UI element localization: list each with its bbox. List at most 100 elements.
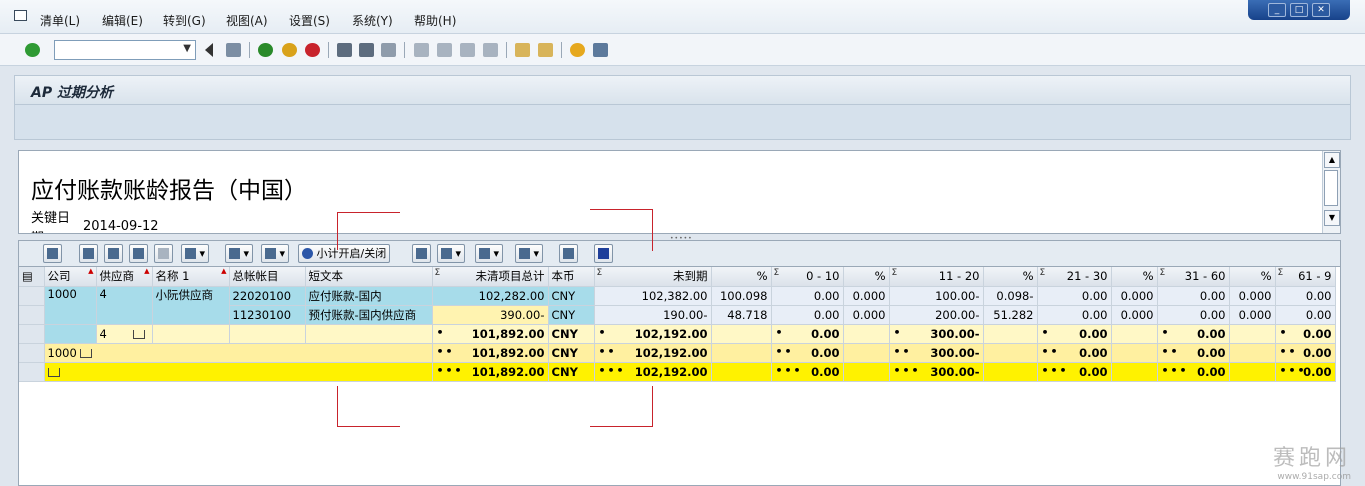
subtotal-bucket[interactable]: •• 300.00- — [889, 343, 984, 363]
subtotal-bucket[interactable]: • 0.00 — [1037, 324, 1112, 344]
header-scrollbar[interactable]: ▲ ▼ — [1322, 151, 1340, 233]
subtotal-not-due[interactable]: •• 102,192.00 — [594, 343, 712, 363]
grand-open-total[interactable]: ••• 101,892.00 — [432, 362, 549, 382]
find-button[interactable] — [129, 244, 148, 263]
col-short-text[interactable]: 短文本 — [305, 267, 433, 287]
maximize-button[interactable]: □ — [1290, 3, 1308, 17]
pct-cell[interactable]: 48.718 — [711, 305, 772, 325]
print-icon[interactable] — [337, 43, 352, 57]
pct-cell[interactable]: 51.282 — [983, 305, 1038, 325]
enter-check-icon[interactable] — [25, 43, 40, 57]
gl-account-cell[interactable]: 22020100 — [229, 286, 306, 306]
col-open-total[interactable]: Σ 未清项目总计 — [432, 267, 549, 287]
row-selector[interactable] — [19, 343, 45, 363]
pct-cell[interactable]: 0.000 — [1111, 305, 1158, 325]
subtotal-bucket[interactable]: • 0.00 — [1275, 324, 1336, 344]
bucket-cell[interactable]: 200.00- — [889, 305, 984, 325]
pct-cell[interactable]: 100.098 — [711, 286, 772, 306]
col-21-30[interactable]: Σ 21 - 30 — [1037, 267, 1112, 287]
back-icon[interactable] — [258, 43, 273, 57]
not-due-cell[interactable]: 190.00- — [594, 305, 712, 325]
subtotal-bucket[interactable]: •• 0.00 — [771, 343, 844, 363]
grand-bucket[interactable]: ••• 0.00 — [771, 362, 844, 382]
row-selector[interactable] — [19, 305, 45, 325]
grand-not-due[interactable]: ••• 102,192.00 — [594, 362, 712, 382]
subtotal-bucket[interactable]: •• 0.00 — [1275, 343, 1336, 363]
next-page-icon[interactable] — [460, 43, 475, 57]
row-selector[interactable] — [19, 362, 45, 382]
pct-cell[interactable]: 0.000 — [843, 286, 890, 306]
scroll-up-icon[interactable]: ▲ — [1324, 152, 1340, 168]
col-name[interactable]: 名称 1 ▲ — [152, 267, 230, 287]
menu-system[interactable]: 系统(Y) — [352, 12, 393, 29]
col-pct-0-10[interactable]: % — [843, 267, 890, 287]
vendor-cell[interactable]: 4 — [96, 286, 153, 325]
col-pct-not-due[interactable]: % — [711, 267, 772, 287]
short-text-cell[interactable]: 应付账款-国内 — [305, 286, 433, 306]
layout-menu-icon[interactable] — [593, 43, 608, 57]
menu-settings[interactable]: 设置(S) — [289, 12, 330, 29]
subtotal-row-company[interactable]: 1000 •• 101,892.00 CNY •• 102,192.00 •• 0.0… — [19, 343, 1336, 363]
col-pct-31-60[interactable]: % — [1229, 267, 1276, 287]
bucket-cell[interactable]: 0.00 — [771, 305, 844, 325]
subtotal-bucket[interactable]: • 300.00- — [889, 324, 984, 344]
subtotal-open-total[interactable]: •• 101,892.00 — [432, 343, 549, 363]
gl-account-cell[interactable]: 11230100 — [229, 305, 306, 325]
views-button[interactable]: ▾ — [437, 244, 466, 263]
col-pct-21-30[interactable]: % — [1111, 267, 1158, 287]
sort-descending-button[interactable] — [104, 244, 123, 263]
subtotal-row-vendor[interactable]: 4 • 101,892.00 CNY • 102,192.00 • 0.00 • 300… — [19, 324, 1336, 344]
minimize-button[interactable]: _ — [1268, 3, 1286, 17]
col-31-60[interactable]: Σ 31 - 60 — [1157, 267, 1230, 287]
pct-cell[interactable]: 0.000 — [843, 305, 890, 325]
grand-bucket[interactable]: ••• 0.00 — [1275, 362, 1336, 382]
exit-icon[interactable] — [282, 43, 297, 57]
app-menu-icon[interactable] — [14, 10, 27, 21]
graphic-button[interactable] — [559, 244, 578, 263]
subtotal-bucket[interactable]: • 0.00 — [771, 324, 844, 344]
previous-page-icon[interactable] — [437, 43, 452, 57]
pct-cell[interactable]: 0.098- — [983, 286, 1038, 306]
menu-goto[interactable]: 转到(G) — [163, 12, 206, 29]
layout-button[interactable]: ▾ — [515, 244, 544, 263]
save-icon[interactable] — [226, 43, 241, 57]
open-total-cell[interactable]: 102,282.00 — [432, 286, 549, 306]
subtotal-not-due[interactable]: • 102,192.00 — [594, 324, 712, 344]
grand-currency[interactable]: CNY — [548, 362, 595, 382]
col-11-20[interactable]: Σ 11 - 20 — [889, 267, 984, 287]
table-row[interactable]: 1000 4 小阮供应商 22020100 应付账款-国内 102,282.00… — [19, 286, 1336, 325]
subtotal-open-total[interactable]: • 101,892.00 — [432, 324, 549, 344]
bucket-cell[interactable]: 0.00 — [1037, 305, 1112, 325]
total-button[interactable]: ▾ — [225, 244, 254, 263]
bucket-cell[interactable]: 100.00- — [889, 286, 984, 306]
filter-button[interactable]: ▾ — [181, 244, 210, 263]
scroll-down-icon[interactable]: ▼ — [1324, 210, 1340, 226]
details-button[interactable] — [43, 244, 62, 263]
bucket-cell[interactable]: 0.00 — [1275, 305, 1336, 325]
chevron-down-icon[interactable]: ▼ — [183, 43, 191, 54]
row-selector[interactable] — [19, 286, 45, 306]
col-0-10[interactable]: Σ0 - 10 — [771, 267, 844, 287]
grand-bucket[interactable]: ••• 300.00- — [889, 362, 984, 382]
close-window-button[interactable]: ✕ — [1312, 3, 1330, 17]
new-session-icon[interactable] — [515, 43, 530, 57]
pct-cell[interactable]: 0.000 — [1229, 305, 1276, 325]
pct-cell[interactable]: 0.000 — [1111, 286, 1158, 306]
col-gl-account[interactable]: 总帐帐目 — [229, 267, 306, 287]
col-61-90[interactable]: Σ 61 - 9 — [1275, 267, 1336, 287]
menu-edit[interactable]: 编辑(E) — [102, 12, 143, 29]
collapse-left-icon[interactable] — [204, 43, 213, 57]
help-icon[interactable] — [570, 43, 585, 57]
menu-view[interactable]: 视图(A) — [226, 12, 268, 29]
find-next-button[interactable] — [154, 244, 173, 263]
find-icon[interactable] — [359, 43, 374, 57]
currency-cell[interactable]: CNY — [548, 305, 595, 325]
menu-list[interactable]: 清单(L) — [40, 12, 80, 29]
cancel-icon[interactable] — [305, 43, 320, 57]
subtotal-bucket[interactable]: •• 0.00 — [1157, 343, 1230, 363]
print-preview-button[interactable] — [412, 244, 431, 263]
col-not-due[interactable]: Σ 未到期 — [594, 267, 712, 287]
last-page-icon[interactable] — [483, 43, 498, 57]
col-currency[interactable]: 本币 — [548, 267, 595, 287]
first-page-icon[interactable] — [414, 43, 429, 57]
